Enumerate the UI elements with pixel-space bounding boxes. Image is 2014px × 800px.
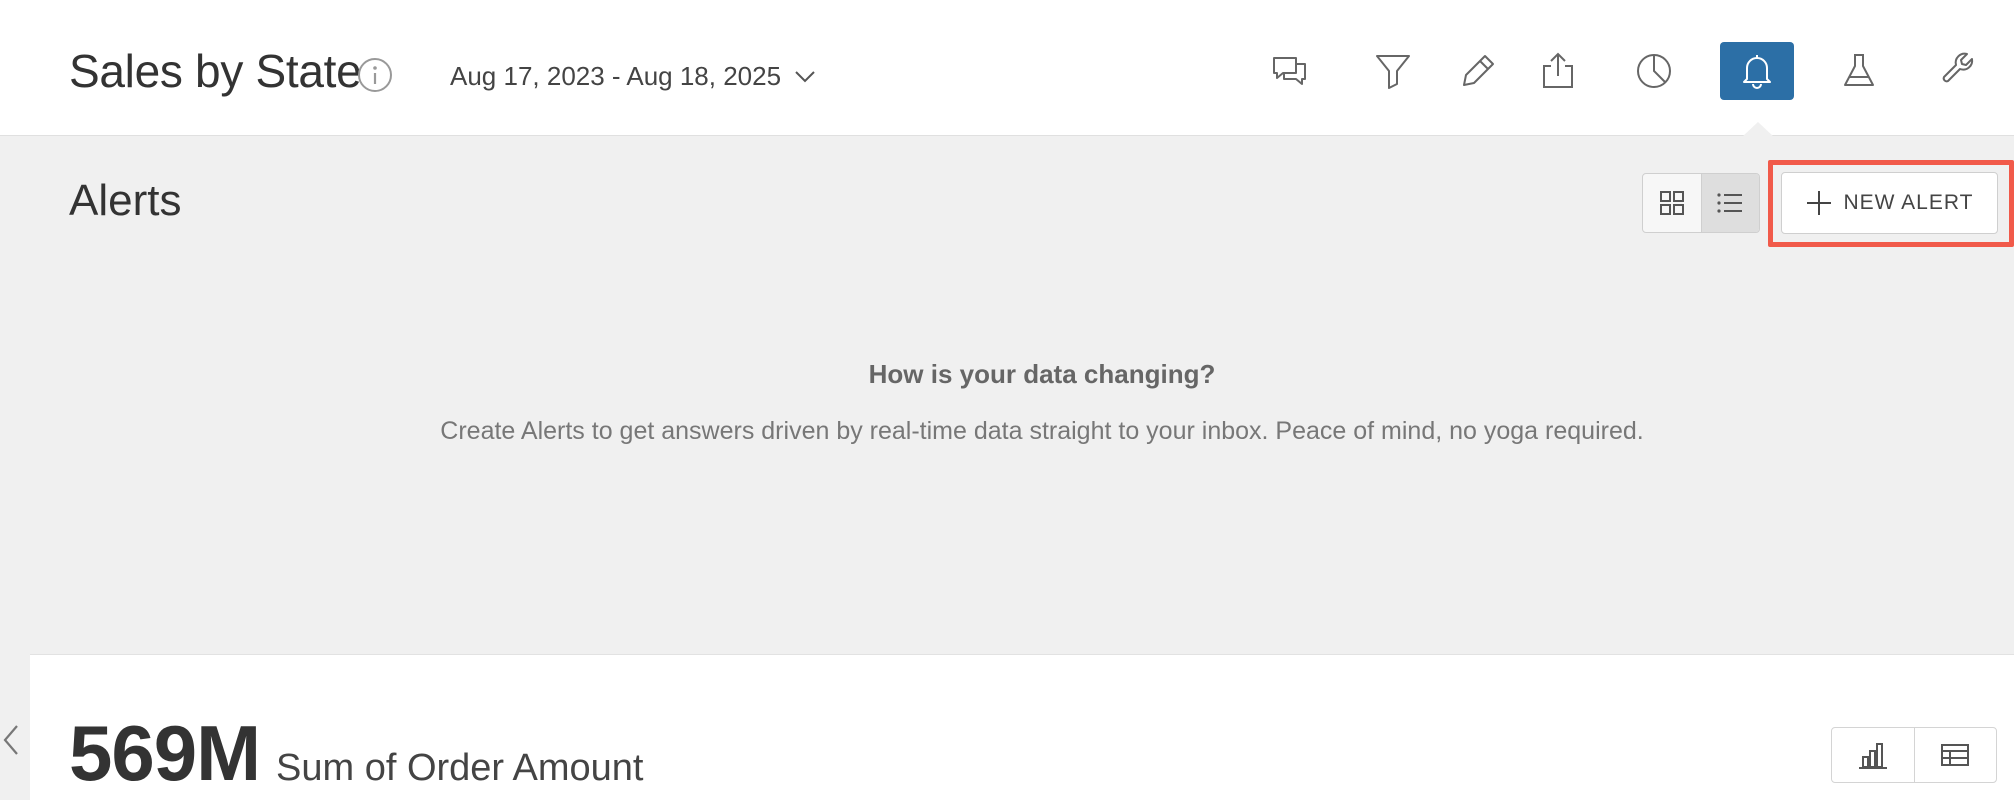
empty-state-message: Create Alerts to get answers driven by r… <box>440 417 1644 445</box>
pie-chart-icon <box>1637 54 1671 88</box>
visualization-toggle <box>1831 727 1997 783</box>
comments-icon <box>1273 57 1306 85</box>
wrench-icon <box>1942 52 1974 83</box>
view-toggle <box>1642 173 1760 233</box>
filter-button[interactable] <box>1356 42 1430 100</box>
metric-value: 569M <box>69 709 261 797</box>
new-alert-button[interactable]: NEW ALERT <box>1781 172 1998 234</box>
share-export-icon <box>1543 52 1573 88</box>
labs-button[interactable] <box>1822 42 1896 100</box>
info-icon[interactable] <box>357 57 393 93</box>
comments-button[interactable] <box>1253 42 1327 100</box>
alerts-button[interactable] <box>1720 42 1794 100</box>
bar-chart-icon <box>1858 743 1887 769</box>
list-view-button[interactable] <box>1700 174 1759 232</box>
settings-button[interactable] <box>1922 42 1996 100</box>
date-range-label: Aug 17, 2023 - Aug 18, 2025 <box>450 60 782 91</box>
plus-icon <box>1806 191 1831 215</box>
grid-view-button[interactable] <box>1643 174 1701 232</box>
page-header: Sales by State Aug 17, 2023 - Aug 18, 20… <box>0 0 2014 136</box>
date-range-dropdown[interactable]: Aug 17, 2023 - Aug 18, 2025 <box>450 58 817 94</box>
metric-label: Sum of Order Amount <box>276 747 644 789</box>
bell-icon <box>1743 55 1771 89</box>
share-button[interactable] <box>1521 42 1595 100</box>
chart-type-button[interactable] <box>1617 42 1691 100</box>
edit-button[interactable] <box>1441 42 1515 100</box>
chart-view-button[interactable] <box>1832 728 1914 782</box>
grid-icon <box>1659 191 1684 215</box>
list-icon <box>1717 193 1743 213</box>
table-icon <box>1941 744 1970 766</box>
page-title: Sales by State <box>69 45 362 97</box>
edit-pencil-icon <box>1463 55 1494 86</box>
active-tool-caret <box>1742 122 1774 137</box>
alerts-title: Alerts <box>69 176 182 225</box>
table-view-button[interactable] <box>1913 728 1997 782</box>
flask-icon <box>1844 54 1874 86</box>
chevron-left-icon[interactable] <box>0 722 24 758</box>
filter-icon <box>1376 55 1410 89</box>
new-alert-label: NEW ALERT <box>1843 191 1974 214</box>
chevron-down-icon <box>795 71 815 83</box>
empty-state-heading: How is your data changing? <box>868 359 1216 389</box>
